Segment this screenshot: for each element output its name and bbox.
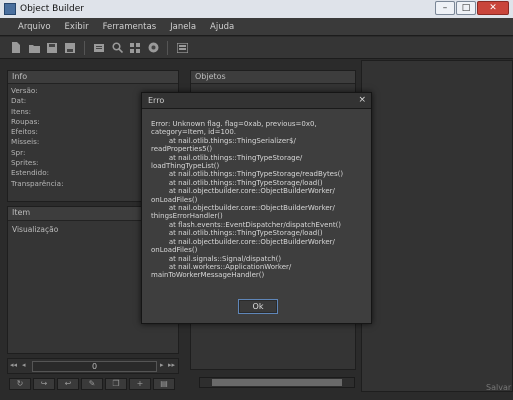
menu-arquivo[interactable]: Arquivo [18, 22, 51, 32]
page-number-field[interactable]: 0 [32, 361, 157, 372]
menu-ajuda[interactable]: Ajuda [210, 22, 234, 32]
menu-bar: Arquivo Exibir Ferramentas Janela Ajuda [0, 18, 513, 36]
error-message: Error: Unknown flag. flag=0xab, previous… [151, 120, 344, 280]
scrollbar-thumb[interactable] [212, 379, 342, 386]
next-page-icon[interactable]: ▸ [160, 361, 168, 371]
toolbar-separator [167, 40, 168, 55]
menu-ferramentas[interactable]: Ferramentas [103, 22, 157, 32]
title-bar: Object Builder – □ ✕ [0, 0, 513, 18]
objects-scrollbar[interactable] [199, 377, 355, 388]
info-panel-header: Info [8, 71, 178, 84]
pager-bar: ◂◂ ◂ 0 ▸ ▸▸ [7, 358, 179, 374]
save-label[interactable]: Salvar [486, 383, 511, 392]
logo-icon[interactable] [176, 42, 188, 54]
error-dialog: Erro × Error: Unknown flag. flag=0xab, p… [141, 92, 372, 324]
window-controls: – □ ✕ [435, 1, 509, 15]
menu-exibir[interactable]: Exibir [65, 22, 89, 32]
last-page-icon[interactable]: ▸▸ [168, 361, 178, 371]
undo-button[interactable]: ↩ [57, 378, 79, 390]
search-icon[interactable] [111, 42, 123, 54]
window-title: Object Builder [20, 4, 85, 14]
dialog-close-icon[interactable]: × [358, 93, 366, 108]
replace-button[interactable]: ↻ [9, 378, 31, 390]
menu-janela[interactable]: Janela [170, 22, 196, 32]
open-icon[interactable] [28, 42, 40, 54]
maximize-button[interactable]: □ [456, 1, 476, 15]
toolbar-separator [84, 40, 85, 55]
previous-page-icon[interactable]: ◂ [22, 361, 30, 371]
save-as-icon[interactable] [64, 42, 76, 54]
ok-button[interactable]: Ok [238, 299, 278, 314]
right-panel [361, 60, 513, 392]
dialog-title: Erro [148, 96, 165, 105]
compile-icon[interactable] [93, 42, 105, 54]
dialog-title-bar: Erro × [142, 93, 371, 109]
duplicate-button[interactable]: ❐ [105, 378, 127, 390]
new-object-button[interactable]: + [129, 378, 151, 390]
edit-button[interactable]: ✎ [81, 378, 103, 390]
toolbar [0, 37, 513, 59]
close-window-button[interactable]: ✕ [477, 1, 509, 15]
minimize-button[interactable]: – [435, 1, 455, 15]
first-page-icon[interactable]: ◂◂ [10, 361, 20, 371]
save-icon[interactable] [46, 42, 58, 54]
delete-button[interactable]: ▤ [153, 378, 175, 390]
animation-editor-icon[interactable] [129, 42, 141, 54]
app-icon [4, 3, 16, 15]
sprite-icon[interactable] [147, 42, 159, 54]
redo-button[interactable]: ↪ [33, 378, 55, 390]
new-icon[interactable] [10, 42, 22, 54]
objects-panel-header: Objetos [191, 71, 355, 84]
